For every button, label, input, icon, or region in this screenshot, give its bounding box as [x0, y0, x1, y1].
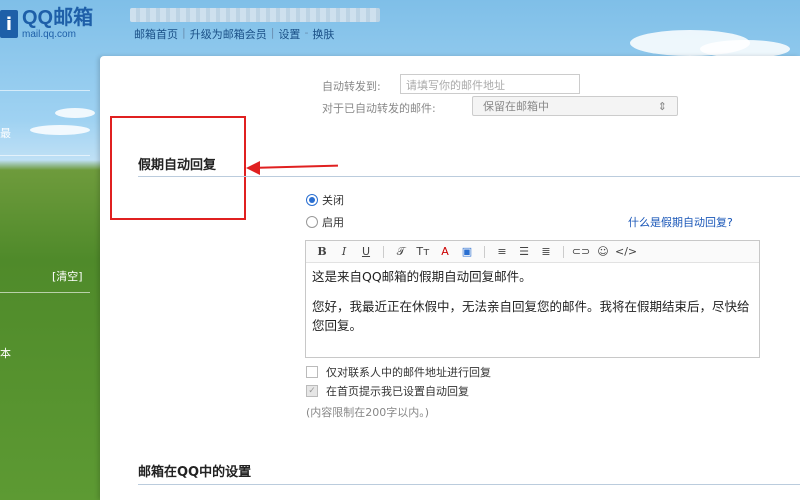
- qq-settings-title: 邮箱在QQ中的设置: [138, 465, 252, 480]
- sidebar-item-fragment[interactable]: 本: [0, 345, 11, 361]
- logo-title: QQ邮箱: [22, 7, 94, 29]
- font-family-icon[interactable]: 𝒯: [391, 243, 411, 261]
- font-size-icon[interactable]: Tт: [413, 243, 433, 261]
- show-homepage-checkbox[interactable]: ✓: [306, 385, 318, 397]
- sidebar-clear-link[interactable]: [清空]: [52, 268, 83, 284]
- after-forward-label: 对于已自动转发的邮件:: [322, 102, 436, 115]
- settings-panel: 自动转发到: 请填写你的邮件地址 对于已自动转发的邮件: 保留在邮箱中 ⇕ 假期…: [100, 56, 800, 500]
- sidebar-item-fragment[interactable]: 最: [0, 125, 11, 141]
- radio-off-label: 关闭: [322, 194, 344, 207]
- align-icon[interactable]: ≡: [492, 243, 512, 261]
- radio-on[interactable]: 启用: [306, 214, 344, 230]
- nav-separator: -: [304, 26, 309, 39]
- sidebar-divider: [0, 155, 90, 156]
- sidebar-divider: [0, 90, 90, 91]
- section-divider: [138, 176, 800, 177]
- vacation-reply-title: 假期自动回复: [138, 158, 217, 173]
- show-homepage-option[interactable]: ✓ 在首页提示我已设置自动回复: [306, 383, 469, 399]
- section-divider: [138, 484, 800, 485]
- user-account-blurred: [130, 8, 380, 22]
- radio-on-button[interactable]: [306, 216, 318, 228]
- radio-on-label: 启用: [322, 216, 344, 229]
- cloud: [55, 108, 95, 118]
- emoji-icon[interactable]: ☺: [593, 243, 613, 261]
- editor-toolbar: B I U 𝒯 Tт A ▣ ≡ ☰ ≣ ⊂⊃ ☺ </>: [306, 241, 759, 263]
- editor-content[interactable]: 这是来自QQ邮箱的假期自动回复邮件。 您好，我最近正在休假中，无法亲自回复您的邮…: [306, 263, 759, 350]
- forward-to-label: 自动转发到:: [322, 80, 381, 93]
- annotation-arrow-line: [247, 164, 338, 169]
- select-arrow-icon: ⇕: [657, 99, 667, 113]
- background-color-icon[interactable]: ▣: [457, 243, 477, 261]
- nav-home-link[interactable]: 邮箱首页: [134, 26, 178, 42]
- underline-button[interactable]: U: [356, 243, 376, 261]
- after-forward-select[interactable]: 保留在邮箱中 ⇕: [472, 96, 678, 116]
- logo-icon: i: [0, 10, 18, 38]
- contacts-only-option[interactable]: 仅对联系人中的邮件地址进行回复: [306, 364, 491, 380]
- link-icon[interactable]: ⊂⊃: [571, 243, 591, 261]
- annotation-arrow-icon: [246, 161, 260, 175]
- nav-skin-link[interactable]: 换肤: [312, 26, 334, 42]
- font-color-icon[interactable]: A: [435, 243, 455, 261]
- vacation-help-link[interactable]: 什么是假期自动回复?: [628, 214, 733, 230]
- toolbar-separator: [383, 245, 384, 258]
- cloud: [30, 125, 90, 135]
- show-homepage-label: 在首页提示我已设置自动回复: [326, 385, 469, 398]
- numbered-list-icon[interactable]: ≣: [536, 243, 556, 261]
- nav-separator: |: [270, 26, 275, 39]
- content-limit-hint: (内容限制在200字以内。): [306, 406, 430, 419]
- radio-off[interactable]: 关闭: [306, 192, 344, 208]
- nav-settings-link[interactable]: 设置: [278, 26, 300, 42]
- nav-upgrade-link[interactable]: 升级为邮箱会员: [190, 26, 267, 42]
- reply-line-2: 您好，我最近正在休假中，无法亲自回复您的邮件。我将在假期结束后，尽快给您回复。: [312, 299, 750, 333]
- html-source-icon[interactable]: </>: [615, 243, 637, 261]
- nav-separator: |: [182, 26, 186, 39]
- italic-button[interactable]: I: [334, 243, 354, 261]
- toolbar-separator: [563, 245, 564, 258]
- bold-button[interactable]: B: [312, 243, 332, 261]
- logo-subtitle: mail.qq.com: [22, 29, 76, 40]
- contacts-only-label: 仅对联系人中的邮件地址进行回复: [326, 366, 491, 379]
- forward-address-input[interactable]: 请填写你的邮件地址: [400, 74, 580, 94]
- contacts-only-checkbox[interactable]: [306, 366, 318, 378]
- reply-editor[interactable]: B I U 𝒯 Tт A ▣ ≡ ☰ ≣ ⊂⊃ ☺ </> 这是来自QQ邮箱的假…: [305, 240, 760, 358]
- after-forward-value: 保留在邮箱中: [483, 100, 549, 113]
- toolbar-separator: [484, 245, 485, 258]
- reply-line-1: 这是来自QQ邮箱的假期自动回复邮件。: [312, 269, 532, 284]
- radio-off-button[interactable]: [306, 194, 318, 206]
- qq-mail-logo[interactable]: i QQ邮箱 mail.qq.com: [0, 6, 93, 42]
- top-nav: 邮箱首页 | 升级为邮箱会员 | 设置 - 换肤: [134, 26, 334, 42]
- sidebar-divider: [0, 292, 90, 293]
- bullet-list-icon[interactable]: ☰: [514, 243, 534, 261]
